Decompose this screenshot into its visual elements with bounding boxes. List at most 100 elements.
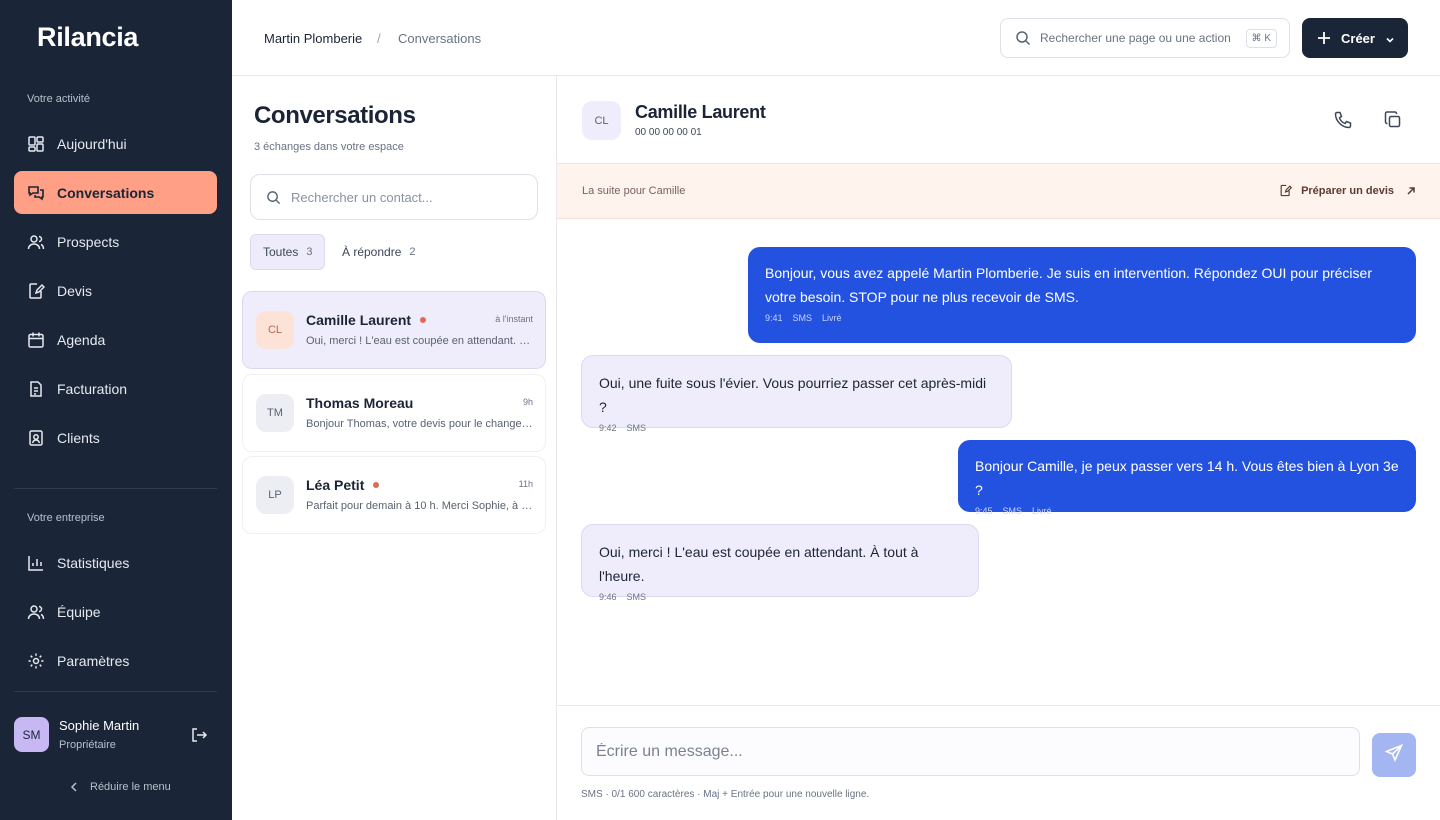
users-icon [27,233,45,251]
prepare-quote-label: Préparer un devis [1301,184,1394,197]
plus-icon [1317,31,1331,45]
send-icon [1384,743,1404,767]
sidebar-item-label: Aujourd'hui [57,135,127,152]
message-meta: 9:41 SMS Livré [765,313,1399,323]
avatar: LP [256,476,294,514]
filter-to-reply[interactable]: À répondre 2 [330,234,428,270]
avatar: TM [256,394,294,432]
sidebar-item-label: Statistiques [57,554,130,571]
filter-label: Toutes [263,245,299,259]
quote-edit-icon [27,282,45,300]
message-status: Livré [822,313,842,323]
arrow-up-right-icon [1406,186,1416,196]
avatar: CL [582,101,621,140]
message-text: Bonjour Camille, je peux passer vers 14 … [975,458,1399,498]
contact-name-text: Camille Laurent [306,312,412,328]
search-icon [1015,30,1031,46]
conversation-preview: Bonjour Thomas, votre devis pour le chan… [306,418,534,430]
sidebar-divider [14,488,217,489]
breadcrumb-separator: / [377,31,381,46]
sidebar-item-clients[interactable]: Clients [14,416,217,459]
page-title: Conversations [254,102,416,129]
message-input[interactable] [581,727,1360,776]
composer-hint: SMS · 0/1 600 caractères · Maj + Entrée … [581,789,870,800]
calendar-icon [27,331,45,349]
next-step-text: La suite pour Camille [582,185,686,197]
sidebar-item-parametres[interactable]: Paramètres [14,639,217,682]
send-button[interactable] [1372,733,1416,777]
message-channel: SMS [626,592,647,602]
invoice-icon [27,380,45,398]
sidebar-item-label: Clients [57,429,100,446]
message-channel: SMS [1002,506,1023,516]
contact-name-text: Léa Petit [306,477,365,493]
conversation-time: 11h [518,479,533,489]
breadcrumb-current: Conversations [398,31,482,46]
message-meta: 9:46 SMS [599,592,961,602]
phone-icon[interactable] [1333,110,1353,130]
contact-name: Léa Petit [306,477,380,493]
message-meta: 9:42 SMS [599,423,994,433]
sidebar-item-statistiques[interactable]: Statistiques [14,541,217,584]
message-status: Livré [1032,506,1052,516]
sidebar-item-prospects[interactable]: Prospects [14,220,217,263]
message-outgoing: Bonjour, vous avez appelé Martin Plomber… [748,247,1416,343]
conversation-time: à l'instant [495,314,533,324]
create-button-label: Créer [1341,30,1375,46]
team-icon [27,603,45,621]
message-incoming: Oui, une fuite sous l'évier. Vous pourri… [581,355,1012,433]
sidebar-item-label: Conversations [57,184,155,201]
conversation-time: 9h [522,397,533,407]
message-text: Oui, merci ! L'eau est coupée en attenda… [599,544,919,584]
sidebar-item-label: Paramètres [57,652,130,669]
filter-all[interactable]: Toutes 3 [250,234,326,270]
contact-search-input[interactable] [291,189,521,205]
conversation-item-camille[interactable]: CL Camille Laurent à l'instant Oui, merc… [242,291,546,369]
message-outgoing: Bonjour Camille, je peux passer vers 14 … [958,440,1416,516]
sidebar-item-label: Devis [57,282,93,299]
message-incoming: Oui, merci ! L'eau est coupée en attenda… [581,524,979,602]
message-text: Bonjour, vous avez appelé Martin Plomber… [765,265,1372,305]
conversation-item-thomas[interactable]: TM Thomas Moreau 9h Bonjour Thomas, votr… [242,374,546,452]
sidebar-item-label: Agenda [57,331,106,348]
prepare-quote-button[interactable]: Préparer un devis [1279,184,1416,197]
sidebar-item-label: Équipe [57,603,101,620]
global-search[interactable]: Rechercher une page ou une action ⌘ K [1000,18,1290,58]
avatar: SM [14,717,49,752]
sidebar-item-label: Prospects [57,233,120,250]
unread-dot [420,317,427,323]
chat-header: CL Camille Laurent 00 00 00 00 01 [557,76,1440,164]
filter-count: 3 [306,246,313,258]
sidebar-item-conversations[interactable]: Conversations [14,171,217,214]
sidebar-item-devis[interactable]: Devis [14,269,217,312]
chat-icon [27,184,45,202]
collapse-menu-button[interactable]: Réduire le menu [68,781,171,793]
logout-icon[interactable] [190,726,208,744]
conversation-item-lea[interactable]: LP Léa Petit 11h Parfait pour demain à 1… [242,456,546,534]
dashboard-icon [27,135,45,153]
create-button[interactable]: Créer [1302,18,1408,58]
sidebar-divider [14,691,217,692]
sidebar: Rilancia Votre activité Aujourd'hui Conv… [0,0,232,820]
message-time: 9:42 [599,423,617,433]
conversation-preview: Oui, merci ! L'eau est coupée en attenda… [306,335,534,347]
user-profile[interactable]: SM Sophie Martin Propriétaire [14,717,139,752]
message-channel: SMS [626,423,647,433]
user-role: Propriétaire [59,739,116,751]
contact-name-text: Thomas Moreau [306,395,414,411]
quote-edit-icon [1279,184,1293,197]
sidebar-item-facturation[interactable]: Facturation [14,367,217,410]
search-icon [266,190,281,205]
message-time: 9:45 [975,506,993,516]
sidebar-item-agenda[interactable]: Agenda [14,318,217,361]
section-label-activity: Votre activité [27,93,90,105]
app-logo[interactable]: Rilancia [37,22,138,53]
breadcrumb-company[interactable]: Martin Plomberie [264,31,362,46]
section-label-company: Votre entreprise [27,512,105,524]
chevron-left-icon [68,781,80,793]
sidebar-item-today[interactable]: Aujourd'hui [14,122,217,165]
sidebar-item-equipe[interactable]: Équipe [14,590,217,633]
gear-icon [27,652,45,670]
copy-icon[interactable] [1383,110,1403,130]
chat-panel: CL Camille Laurent 00 00 00 00 01 La sui… [557,76,1440,820]
